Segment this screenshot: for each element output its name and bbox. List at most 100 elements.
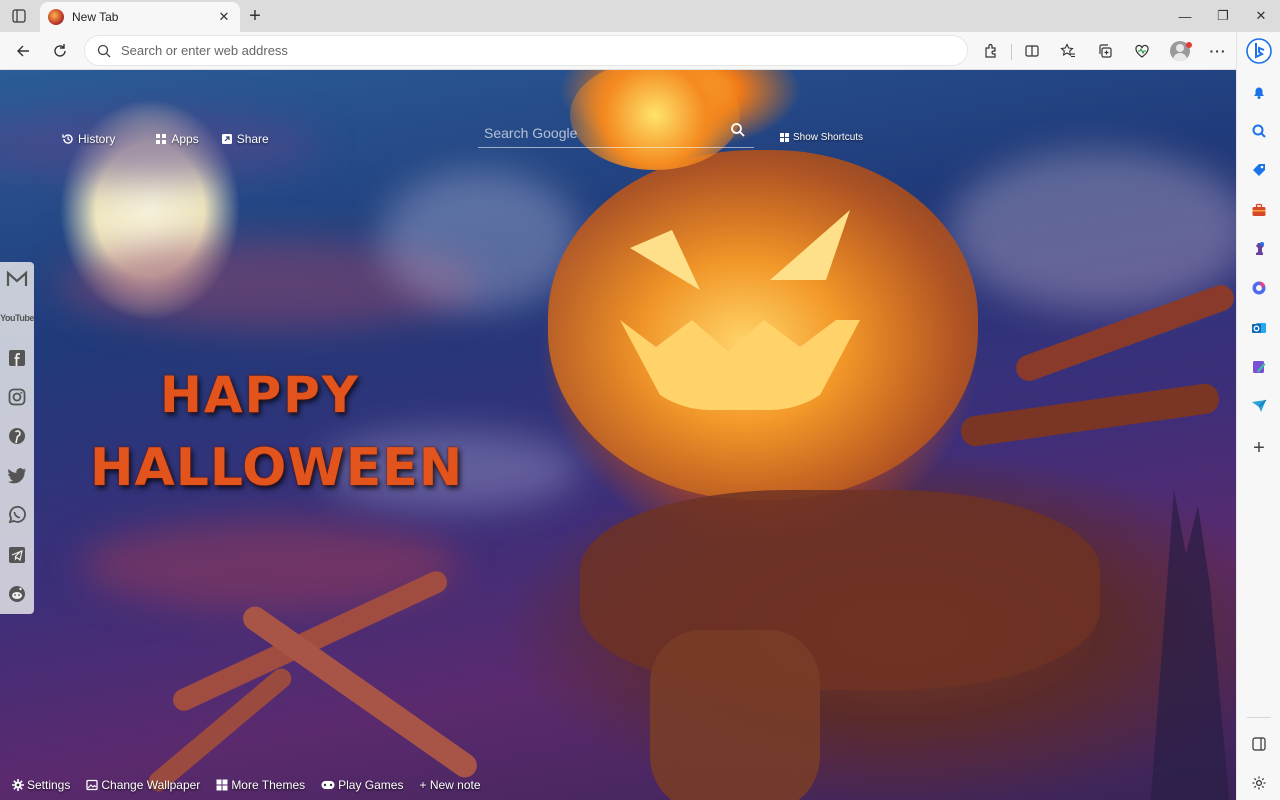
profile-notification-dot (1186, 42, 1192, 48)
newtab-page: History Apps Share Show Shortcuts HAPPY … (0, 70, 1236, 800)
social-whatsapp[interactable] (5, 503, 29, 527)
browser-essentials-button[interactable] (1128, 37, 1156, 65)
show-shortcuts-label: Show Shortcuts (793, 132, 864, 143)
close-window-button[interactable]: ✕ (1242, 0, 1280, 32)
change-wallpaper-label: Change Wallpaper (101, 778, 201, 792)
social-gmail[interactable] (5, 267, 29, 291)
sidebar-notifications[interactable] (1247, 80, 1271, 104)
quick-link-apps[interactable]: Apps (155, 132, 199, 146)
shortcuts-grid-icon (780, 132, 789, 142)
bell-icon (1254, 87, 1264, 99)
edge-sidebar: + (1236, 32, 1280, 800)
sidebar-divider (1247, 717, 1271, 718)
send-icon (1252, 399, 1267, 412)
address-bar[interactable] (84, 35, 968, 66)
new-tab-button[interactable]: + (244, 5, 266, 27)
profile-button[interactable] (1166, 37, 1194, 65)
telegram-icon (9, 547, 25, 563)
gmail-icon (6, 270, 28, 286)
wallpaper-icon (86, 779, 99, 791)
social-instagram[interactable] (5, 385, 29, 409)
google-search-button[interactable] (730, 122, 750, 142)
change-wallpaper-link[interactable]: Change Wallpaper (86, 778, 200, 792)
refresh-button[interactable] (46, 37, 74, 65)
split-screen-icon (1025, 45, 1039, 57)
sidebar-games[interactable] (1247, 237, 1271, 261)
sidebar-designer[interactable] (1247, 355, 1271, 379)
tab-strip: New Tab ✕ + — ❐ ✕ (0, 0, 1280, 32)
twitter-icon (8, 468, 26, 484)
quick-link-label: Apps (171, 132, 199, 146)
social-youtube[interactable]: YouTube (0, 306, 34, 330)
reddit-icon (9, 586, 25, 602)
share-icon (221, 134, 232, 144)
minimize-button[interactable]: — (1166, 0, 1204, 32)
search-icon (97, 44, 111, 57)
scarecrow-trunk (650, 630, 820, 800)
sidebar-add-button[interactable]: + (1247, 436, 1271, 460)
google-search-input[interactable] (478, 124, 728, 141)
sidebar-microsoft365[interactable] (1247, 276, 1271, 300)
close-tab-icon[interactable]: ✕ (216, 9, 232, 25)
toolbar-divider (1011, 44, 1012, 60)
extensions-button[interactable] (977, 37, 1005, 65)
social-reddit[interactable] (5, 582, 29, 606)
show-shortcuts-button[interactable]: Show Shortcuts (780, 132, 863, 143)
puzzle-icon (985, 43, 996, 58)
pinterest-icon (9, 428, 25, 444)
history-icon (62, 134, 73, 144)
new-note-label: + New note (419, 778, 481, 792)
quick-link-share[interactable]: Share (221, 132, 269, 146)
instagram-icon (8, 388, 26, 406)
halloween-greeting: HAPPY HALLOWEEN (90, 366, 462, 494)
favorites-button[interactable] (1054, 37, 1082, 65)
sidebar-shopping[interactable] (1247, 158, 1271, 182)
more-themes-link[interactable]: More Themes (216, 778, 305, 792)
social-telegram[interactable] (5, 543, 29, 567)
castle-silhouette (1150, 490, 1230, 800)
greeting-line-1: HAPPY (159, 366, 361, 424)
active-tab[interactable]: New Tab ✕ (40, 2, 240, 32)
quick-link-history[interactable]: History (62, 132, 115, 146)
collections-button[interactable] (1091, 37, 1119, 65)
back-button[interactable] (9, 37, 37, 65)
tag-icon (1253, 164, 1265, 176)
sidebar-hide-button[interactable] (1247, 732, 1271, 756)
gamepad-icon (321, 781, 335, 789)
refresh-icon (54, 44, 66, 57)
search-icon (731, 123, 745, 137)
copilot-icon (1246, 38, 1272, 64)
browser-toolbar: ··· (0, 32, 1280, 70)
copilot-button[interactable] (1245, 36, 1273, 66)
sidebar-search[interactable] (1247, 119, 1271, 143)
office-icon (1252, 281, 1266, 295)
tab-actions-icon[interactable] (8, 6, 30, 26)
window-controls: — ❐ ✕ (1166, 0, 1280, 32)
social-pinterest[interactable] (5, 424, 29, 448)
chess-icon (1256, 242, 1264, 255)
facebook-icon (9, 350, 25, 366)
favorites-star-icon (1060, 43, 1075, 58)
settings-link[interactable]: Settings (12, 778, 70, 792)
outlook-icon (1252, 323, 1266, 333)
quick-links: History Apps Share (62, 132, 269, 146)
sidebar-tools[interactable] (1247, 198, 1271, 222)
play-games-label: Play Games (338, 778, 404, 792)
social-facebook[interactable] (5, 346, 29, 370)
social-twitter[interactable] (5, 464, 29, 488)
sidebar-settings-button[interactable] (1247, 771, 1271, 795)
more-menu-button[interactable]: ··· (1204, 37, 1232, 65)
restore-button[interactable]: ❐ (1204, 0, 1242, 32)
new-note-link[interactable]: + New note (419, 778, 480, 792)
wallpaper-cloud (950, 150, 1236, 310)
sidebar-drop[interactable] (1247, 394, 1271, 418)
address-input[interactable] (121, 43, 921, 58)
split-screen-button[interactable] (1018, 37, 1046, 65)
sidebar-outlook[interactable] (1247, 316, 1271, 340)
apps-grid-icon (156, 134, 167, 144)
gear-icon (1252, 776, 1266, 790)
back-arrow-icon (17, 45, 29, 57)
tab-title: New Tab (72, 10, 119, 24)
quick-link-label: Share (236, 132, 269, 146)
play-games-link[interactable]: Play Games (321, 778, 403, 792)
